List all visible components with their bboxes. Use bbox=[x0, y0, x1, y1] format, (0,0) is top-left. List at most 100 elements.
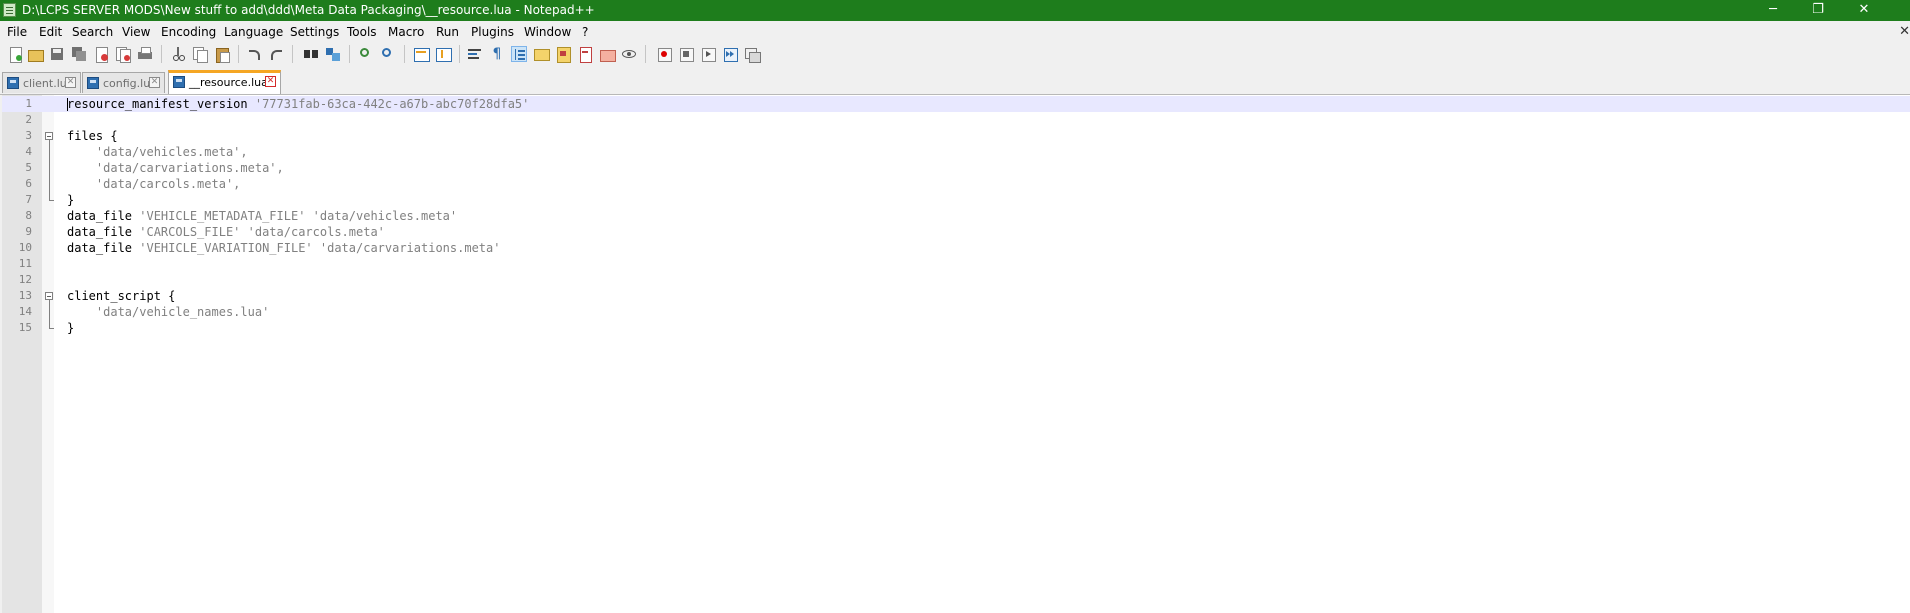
line-number: 15 bbox=[18, 321, 32, 334]
menu-tools[interactable]: Tools bbox=[347, 25, 377, 39]
menu-settings[interactable]: Settings bbox=[290, 25, 339, 39]
cut-icon[interactable] bbox=[170, 46, 186, 62]
save-all-icon[interactable] bbox=[71, 46, 87, 62]
find-icon[interactable] bbox=[303, 46, 319, 62]
fold-end bbox=[49, 328, 54, 329]
close-document-button[interactable]: ✕ bbox=[1899, 24, 1910, 39]
play-macro-icon[interactable] bbox=[700, 46, 716, 62]
code-line[interactable]: 12 bbox=[2, 272, 1910, 288]
menu-macro[interactable]: Macro bbox=[388, 25, 424, 39]
code-line[interactable]: 13 client_script { bbox=[2, 288, 1910, 304]
code-text: } bbox=[67, 193, 75, 207]
code-line[interactable]: 5 'data/carvariations.meta', bbox=[2, 160, 1910, 176]
menu-view[interactable]: View bbox=[122, 25, 150, 39]
menu-run[interactable]: Run bbox=[436, 25, 459, 39]
fold-collapse-icon[interactable] bbox=[45, 132, 53, 140]
code-text: } bbox=[67, 321, 75, 335]
menu-help[interactable]: ? bbox=[582, 25, 588, 39]
line-number: 9 bbox=[25, 225, 32, 238]
notepad-plus-plus-icon bbox=[3, 3, 16, 17]
run-macro-multiple-icon[interactable] bbox=[722, 46, 738, 62]
stop-macro-icon[interactable] bbox=[678, 46, 694, 62]
text-editor[interactable]: 1 resource_manifest_version '77731fab-63c… bbox=[2, 95, 1910, 613]
save-macro-icon[interactable] bbox=[744, 46, 761, 63]
close-icon[interactable] bbox=[93, 46, 109, 63]
folder-workspace-icon[interactable] bbox=[599, 46, 616, 62]
copy-icon[interactable] bbox=[192, 46, 208, 63]
line-number: 6 bbox=[25, 177, 32, 190]
code-line[interactable]: 6 'data/carcols.meta', bbox=[2, 176, 1910, 192]
code-line[interactable]: 11 bbox=[2, 256, 1910, 272]
line-number: 8 bbox=[25, 209, 32, 222]
print-icon[interactable] bbox=[137, 46, 153, 62]
menu-window[interactable]: Window bbox=[524, 25, 571, 39]
text-caret bbox=[67, 98, 68, 111]
line-number: 11 bbox=[18, 257, 32, 270]
sync-vertical-icon[interactable] bbox=[413, 46, 430, 62]
fold-line bbox=[49, 140, 50, 200]
menu-encoding[interactable]: Encoding bbox=[161, 25, 216, 39]
save-icon[interactable] bbox=[49, 46, 65, 62]
window-title: D:\LCPS SERVER MODS\New stuff to add\ddd… bbox=[22, 3, 595, 17]
code-line[interactable]: 10 data_file 'VEHICLE_VARIATION_FILE' 'da… bbox=[2, 240, 1910, 256]
code-text: data_file 'CARCOLS_FILE' 'data/carcols.m… bbox=[67, 225, 385, 239]
code-text: data_file 'VEHICLE_VARIATION_FILE' 'data… bbox=[67, 241, 501, 255]
open-file-icon[interactable] bbox=[27, 46, 44, 62]
toolbar: ¶ bbox=[0, 42, 1910, 67]
code-line[interactable]: 7} bbox=[2, 192, 1910, 208]
menu-language[interactable]: Language bbox=[224, 25, 283, 39]
tab-close-icon[interactable]: ✕ bbox=[149, 77, 160, 88]
sync-horizontal-icon[interactable] bbox=[435, 46, 452, 62]
word-wrap-icon[interactable] bbox=[467, 46, 483, 62]
close-all-icon[interactable] bbox=[115, 46, 131, 63]
code-text: 'data/vehicles.meta', bbox=[95, 145, 248, 159]
tab-config-lua[interactable]: config.lua ✕ bbox=[82, 72, 165, 93]
fold-collapse-icon[interactable] bbox=[45, 292, 53, 300]
menu-bar: File Edit Search View Encoding Language … bbox=[0, 21, 1910, 42]
code-text: 'data/carcols.meta', bbox=[95, 177, 241, 191]
code-text: resource_manifest_version '77731fab-63ca… bbox=[67, 97, 530, 111]
restore-button[interactable]: ❐ bbox=[1795, 0, 1841, 21]
line-number: 3 bbox=[25, 129, 32, 142]
code-line[interactable]: 15} bbox=[2, 320, 1910, 336]
close-button[interactable]: ✕ bbox=[1841, 0, 1887, 21]
tab-close-icon[interactable]: ✕ bbox=[65, 77, 76, 88]
monitoring-icon[interactable] bbox=[621, 46, 637, 62]
user-language-icon[interactable] bbox=[533, 46, 550, 62]
doc-map-icon[interactable] bbox=[555, 46, 571, 63]
code-line[interactable]: 2 bbox=[2, 112, 1910, 128]
undo-icon[interactable] bbox=[246, 46, 262, 62]
menu-search[interactable]: Search bbox=[72, 25, 113, 39]
function-list-icon[interactable] bbox=[577, 46, 593, 63]
record-macro-icon[interactable] bbox=[656, 46, 672, 62]
title-bar: D:\LCPS SERVER MODS\New stuff to add\ddd… bbox=[0, 0, 1910, 21]
code-line[interactable]: 3 files { bbox=[2, 128, 1910, 144]
paste-icon[interactable] bbox=[214, 46, 230, 63]
tab-label: __resource.lua bbox=[189, 76, 268, 89]
menu-edit[interactable]: Edit bbox=[39, 25, 62, 39]
replace-icon[interactable] bbox=[325, 46, 341, 62]
code-line[interactable]: 8 data_file 'VEHICLE_METADATA_FILE' 'data… bbox=[2, 208, 1910, 224]
code-line[interactable]: 14 'data/vehicle_names.lua' bbox=[2, 304, 1910, 320]
code-line[interactable]: 1 resource_manifest_version '77731fab-63c… bbox=[2, 96, 1910, 112]
code-text: files { bbox=[67, 129, 118, 143]
minimize-button[interactable]: ─ bbox=[1750, 0, 1796, 21]
fold-end bbox=[49, 200, 54, 201]
indent-guide-icon[interactable] bbox=[511, 46, 527, 62]
menu-plugins[interactable]: Plugins bbox=[471, 25, 514, 39]
code-line[interactable]: 9 data_file 'CARCOLS_FILE' 'data/carcols.… bbox=[2, 224, 1910, 240]
code-text: 'data/vehicle_names.lua' bbox=[95, 305, 270, 319]
file-icon bbox=[7, 77, 19, 89]
show-all-chars-icon[interactable]: ¶ bbox=[489, 46, 505, 62]
zoom-in-icon[interactable] bbox=[358, 46, 374, 62]
new-file-icon[interactable] bbox=[7, 46, 23, 63]
tab-client-lua[interactable]: client.lua ✕ bbox=[2, 72, 81, 93]
tab-resource-lua[interactable]: __resource.lua ✕ bbox=[168, 70, 281, 94]
code-line[interactable]: 4 'data/vehicles.meta', bbox=[2, 144, 1910, 160]
tab-bar: client.lua ✕ config.lua ✕ __resource.lua… bbox=[0, 67, 1910, 95]
tab-close-icon[interactable]: ✕ bbox=[265, 76, 276, 87]
line-number: 14 bbox=[18, 305, 32, 318]
redo-icon[interactable] bbox=[268, 46, 284, 62]
menu-file[interactable]: File bbox=[7, 25, 27, 39]
zoom-out-icon[interactable] bbox=[380, 46, 396, 62]
